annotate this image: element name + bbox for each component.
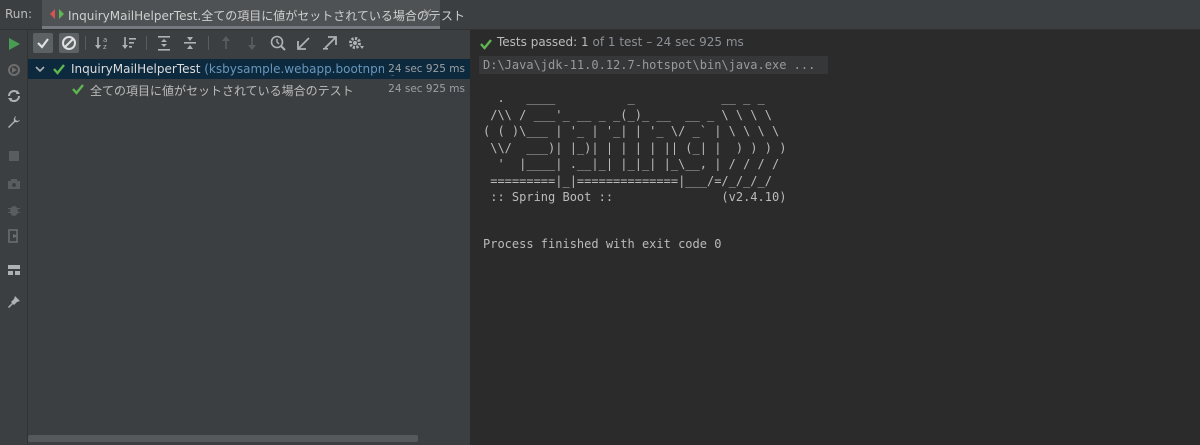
process-finished-text: Process finished with exit code 0	[483, 237, 722, 251]
run-tab-title: InquiryMailHelperTest.全ての項目に値がセットされている場合…	[68, 9, 465, 23]
spring-boot-banner: . ____ _ __ _ _ /\\ / ___'_ __ _ _(_)_ _…	[483, 91, 787, 204]
run-icon[interactable]	[6, 36, 22, 52]
rerun-failed-icon[interactable]	[6, 62, 22, 78]
run-tool-window-header: Run: InquiryMailHelperTest.全ての項目に値がセットされ…	[0, 0, 1200, 30]
show-passed-icon[interactable]	[33, 33, 53, 53]
exit-icon[interactable]	[6, 228, 22, 244]
run-actions-strip	[0, 30, 28, 445]
next-failed-icon[interactable]	[242, 33, 262, 53]
test-toolbar: az	[28, 30, 470, 56]
toggle-auto-test-icon[interactable]	[6, 88, 22, 104]
status-detail: of 1 test – 24 sec 925 ms	[592, 35, 744, 49]
test-tree-panel: az InquiryMailHelperTest (ksbysample.web…	[28, 30, 471, 445]
tests-status-text: Tests passed: 1 of 1 test – 24 sec 925 m…	[497, 35, 744, 49]
test-passed-icon	[71, 82, 85, 99]
stop-icon[interactable]	[6, 148, 22, 164]
settings-wrench-icon[interactable]	[6, 114, 22, 130]
test-tree-root-row[interactable]: InquiryMailHelperTest (ksbysample.webapp…	[28, 59, 470, 79]
toolbar-separator	[208, 36, 209, 50]
pin-icon[interactable]	[6, 294, 22, 310]
collapse-all-icon[interactable]	[180, 33, 200, 53]
horizontal-scrollbar[interactable]	[28, 435, 418, 442]
test-passed-icon	[52, 62, 66, 79]
sort-alphabetically-icon[interactable]: az	[92, 33, 112, 53]
expand-arrow-icon[interactable]	[34, 63, 46, 78]
status-label: Tests passed:	[497, 35, 578, 49]
svg-text:z: z	[103, 43, 107, 51]
import-tests-icon[interactable]	[294, 33, 314, 53]
toolbar-separator	[146, 36, 147, 50]
console-output: Tests passed: 1 of 1 test – 24 sec 925 m…	[471, 30, 1200, 445]
test-duration: 24 sec 925 ms	[384, 63, 465, 75]
sort-by-duration-icon[interactable]	[119, 33, 139, 53]
layout-icon[interactable]	[6, 262, 22, 278]
test-duration: 24 sec 925 ms	[388, 83, 465, 95]
test-config-icon	[50, 8, 64, 23]
settings-gear-icon[interactable]	[346, 33, 366, 53]
test-history-icon[interactable]	[268, 33, 288, 53]
export-results-icon[interactable]	[320, 33, 340, 53]
java-command-line[interactable]: D:\Java\jdk-11.0.12.7-hotspot\bin\java.e…	[479, 56, 828, 74]
show-ignored-icon[interactable]	[59, 33, 79, 53]
run-label: Run:	[5, 7, 33, 21]
test-class-name: InquiryMailHelperTest (ksbysample.webapp…	[71, 62, 431, 76]
status-count: 1	[581, 35, 589, 49]
test-tree-child-row[interactable]: 全ての項目に値がセットされている場合のテスト 24 sec 925 ms	[28, 79, 470, 99]
toolbar-separator	[85, 36, 86, 50]
screenshot-icon[interactable]	[6, 176, 22, 192]
debug-icon[interactable]	[6, 202, 22, 218]
previous-failed-icon[interactable]	[216, 33, 236, 53]
run-configuration-tab[interactable]: InquiryMailHelperTest.全ての項目に値がセットされている場合…	[42, 0, 465, 29]
expand-all-icon[interactable]	[154, 33, 174, 53]
test-class-label: InquiryMailHelperTest	[71, 62, 201, 76]
test-method-name: 全ての項目に値がセットされている場合のテスト	[90, 84, 354, 98]
tests-passed-icon	[479, 37, 493, 54]
close-tab-icon[interactable]: ×	[422, 6, 433, 21]
